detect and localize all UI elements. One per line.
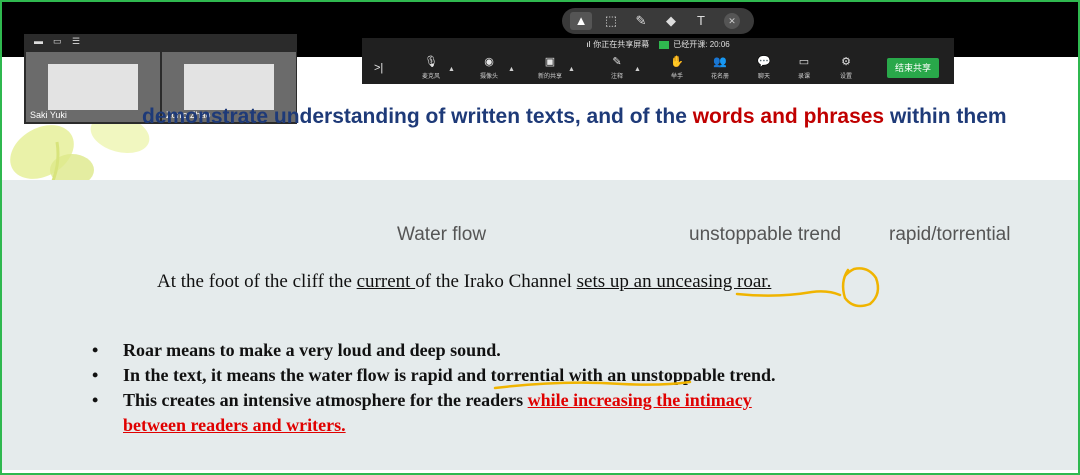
chat-button[interactable]: 💬 聊天 (750, 56, 778, 80)
settings-button[interactable]: ⚙ 设置 (832, 56, 860, 80)
elapsed-time: 已经开课: 20:06 (673, 40, 730, 49)
share-status-line: ıl 你正在共享屏幕 已经开课: 20:06 (362, 38, 954, 52)
heading-prefix: demonstrate understanding of written tex… (142, 105, 693, 128)
gear-icon: ⚙ (841, 56, 851, 68)
microphone-icon: 🎙 (424, 56, 438, 68)
roster-label: 花名册 (710, 74, 729, 80)
signal-icon: ıl (586, 40, 591, 49)
share-screen-icon: ▣ (544, 56, 556, 68)
raise-hand-label: 举手 (670, 74, 683, 80)
camera-button[interactable]: ◉ 摄像头 (472, 56, 506, 80)
camera-icon: ◉ (484, 56, 494, 68)
participant-name: Saki Yuki (30, 110, 67, 120)
chevron-up-icon[interactable]: ▲ (568, 66, 575, 73)
annotate-label: 注释 (610, 74, 623, 80)
note-rapid-torrential: rapid/torrential (889, 224, 1011, 245)
mic-label: 麦克风 (421, 74, 440, 80)
grid-menu-icon[interactable]: ☰ (72, 37, 81, 46)
video-tile[interactable]: Saki Yuki (26, 52, 160, 122)
bullet-text: This creates an intensive atmosphere for… (123, 390, 528, 410)
share-status: 你正在共享屏幕 (593, 40, 650, 49)
sentence-period: . (766, 271, 772, 292)
sentence-part: of the Irako Channel (415, 271, 577, 292)
roster-button[interactable]: 👥 花名册 (704, 56, 736, 80)
note-water-flow: Water flow (397, 224, 487, 245)
new-share-label: 新的共享 (537, 74, 562, 80)
slide-heading: demonstrate understanding of written tex… (142, 105, 1007, 129)
eraser-icon[interactable]: ◆ (660, 12, 682, 30)
bullet-dot: • (92, 340, 99, 360)
heading-suffix: within them (884, 105, 1007, 128)
bullet-red-text: while increasing the intimacy (527, 390, 752, 410)
restore-window-icon[interactable]: ▭ (53, 37, 62, 46)
raise-hand-icon: ✋ (670, 56, 684, 68)
annotate-button[interactable]: ✎ 注释 (602, 56, 632, 80)
collapse-icon: >| (374, 62, 384, 74)
chevron-up-icon[interactable]: ▲ (634, 66, 641, 73)
participant-video-blurred (184, 64, 274, 110)
annotation-toolbar: ▲ ⬚ ✎ ◆ T ✕ (562, 8, 754, 34)
bullet-text: In the text, it means the water flow is … (123, 365, 776, 385)
heading-highlight: words and phrases (692, 105, 885, 128)
meeting-control-bar: ıl 你正在共享屏幕 已经开课: 20:06 >| 🎙 麦克风 ▲ ◉ 摄像头 ▲ … (362, 38, 954, 84)
participant-video-blurred (48, 64, 138, 110)
mic-button[interactable]: 🎙 麦克风 (414, 56, 448, 80)
chat-label: 聊天 (757, 74, 770, 80)
sentence-part: At the foot of the cliff the (157, 271, 357, 292)
annotate-icon: ✎ (612, 56, 622, 68)
chevron-up-icon[interactable]: ▲ (448, 66, 455, 73)
bullet-list: • Roar means to make a very loud and deep… (92, 338, 776, 438)
roster-icon: 👥 (713, 56, 727, 68)
settings-label: 设置 (839, 74, 852, 80)
raise-hand-button[interactable]: ✋ 举手 (662, 56, 692, 80)
bullet-text: Roar means to make a very loud and deep … (123, 340, 501, 360)
list-item: • In the text, it means the water flow is… (92, 363, 776, 388)
collapse-toolbar-button[interactable]: >| (374, 62, 383, 75)
record-icon: ▭ (798, 56, 810, 68)
note-unstoppable-trend: unstoppable trend (689, 224, 842, 245)
list-item: • Roar means to make a very loud and deep… (92, 338, 776, 363)
lasso-select-icon[interactable]: ⬚ (600, 12, 622, 30)
end-share-button[interactable]: 结束共享 (887, 58, 939, 78)
sentence-sets-up-roar: sets up an unceasing roar (576, 271, 767, 292)
list-item: • This creates an intensive atmosphere fo… (92, 388, 776, 438)
new-share-button[interactable]: ▣ 新的共享 (530, 56, 570, 80)
shared-screen-frame: ▬ ▭ ☰ Saki Yuki Zorro Zhao ▲ ⬚ ✎ ◆ T ✕ ı… (0, 0, 1080, 475)
bullet-red-text-continued: between readers and writers. (123, 415, 346, 435)
chevron-up-icon[interactable]: ▲ (508, 66, 515, 73)
slide-content-panel: Water flow unstoppable trend rapid/torre… (2, 180, 1078, 470)
cursor-arrow-icon[interactable]: ▲ (570, 12, 592, 30)
minimize-icon[interactable]: ▬ (34, 37, 43, 46)
camera-label: 摄像头 (479, 74, 498, 80)
close-icon[interactable]: ✕ (724, 13, 740, 29)
text-tool-icon[interactable]: T (690, 12, 712, 30)
bullet-dot: • (92, 390, 99, 410)
record-label: 录课 (797, 74, 810, 80)
sentence-current: current (356, 271, 416, 292)
record-button[interactable]: ▭ 录课 (790, 56, 818, 80)
bullet-dot: • (92, 365, 99, 385)
recording-indicator-icon (659, 40, 670, 49)
pen-icon[interactable]: ✎ (630, 12, 652, 30)
quoted-sentence: At the foot of the cliff the current of … (157, 271, 771, 293)
chat-icon: 💬 (757, 56, 771, 68)
